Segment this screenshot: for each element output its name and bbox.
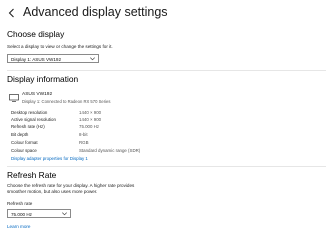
info-row-label: Active signal resolution — [11, 117, 56, 122]
refresh-rate-select-value: 75.000 Hz — [11, 211, 32, 217]
info-row-value: 8-bit — [79, 132, 88, 137]
info-row-value: 1440 × 900 — [79, 117, 102, 122]
info-row-value: 75.000 Hz — [79, 124, 100, 129]
choose-display-description: Select a display to view or change the s… — [7, 44, 113, 49]
page-title: Advanced display settings — [23, 5, 168, 19]
chevron-down-icon — [90, 57, 95, 61]
info-row-label: Bit depth — [11, 132, 29, 137]
display-select-value: Display 1: ASUS VW192 — [11, 56, 62, 62]
monitor-name: ASUS VW192 — [22, 92, 53, 97]
choose-display-heading: Choose display — [7, 29, 65, 39]
divider — [7, 70, 326, 71]
display-information-heading: Display information — [7, 74, 79, 84]
info-row-label: Desktop resolution — [11, 110, 48, 115]
info-row-label: Colour space — [11, 148, 37, 153]
info-row-label: Colour format — [11, 140, 38, 145]
monitor-icon — [9, 94, 19, 102]
monitor-subtitle: Display 1: Connected to Radeon RX 570 Se… — [22, 99, 111, 104]
display-adapter-properties-link[interactable]: Display adapter properties for Display 1 — [11, 156, 88, 161]
info-row-label: Refresh rate (Hz) — [11, 124, 45, 129]
divider — [7, 166, 326, 167]
refresh-rate-description-line2: smoother motion, but also uses more powe… — [7, 189, 98, 194]
learn-more-link[interactable]: Learn more — [7, 224, 31, 229]
info-row-value: 1440 × 900 — [79, 110, 102, 115]
chevron-down-icon — [62, 212, 67, 216]
refresh-rate-heading: Refresh Rate — [7, 170, 57, 180]
info-row-value: RGB — [79, 140, 89, 145]
display-select[interactable]: Display 1: ASUS VW192 — [7, 54, 99, 63]
info-row-value: Standard dynamic range (SDR) — [79, 148, 141, 153]
refresh-rate-select[interactable]: 75.000 Hz — [7, 209, 71, 218]
back-arrow-icon[interactable] — [6, 7, 18, 19]
refresh-rate-description-line1: Choose the refresh rate for your display… — [7, 183, 135, 188]
refresh-rate-field-label: Refresh rate — [7, 201, 33, 206]
